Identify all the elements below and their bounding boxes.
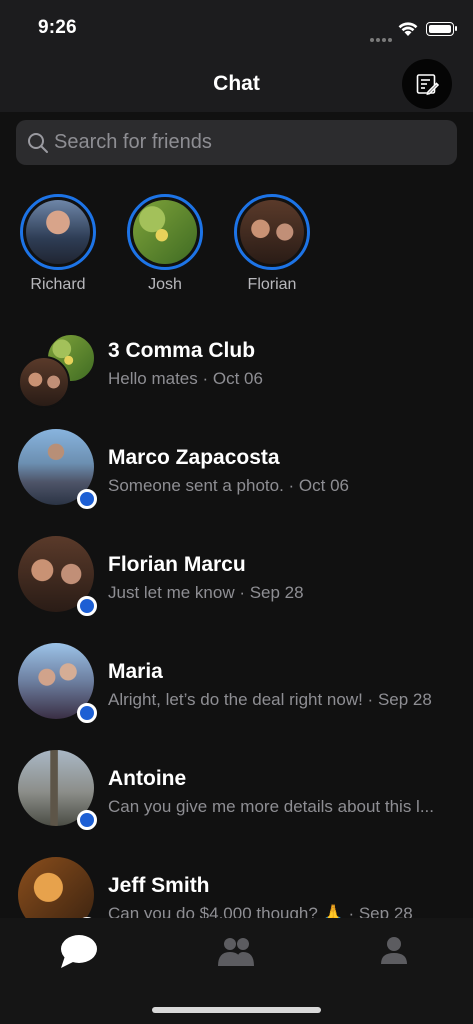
home-indicator[interactable] xyxy=(152,1007,321,1013)
conversation-row[interactable]: Marco Zapacosta Someone sent a photo. · … xyxy=(0,411,473,518)
conversation-snippet: Hello mates · Oct 06 xyxy=(108,369,263,388)
compose-button[interactable] xyxy=(402,59,452,109)
friends-icon xyxy=(218,938,254,966)
signal-icon xyxy=(370,29,394,42)
avatar-wrap xyxy=(18,643,97,723)
search-input[interactable]: Search for friends xyxy=(16,120,457,165)
story-ring xyxy=(127,194,203,270)
avatar xyxy=(26,200,90,264)
conversation-name: 3 Comma Club xyxy=(108,339,256,362)
conversation-row[interactable]: Antoine Can you give me more details abo… xyxy=(0,732,473,839)
avatar xyxy=(133,200,197,264)
story-ring xyxy=(20,194,96,270)
unread-badge xyxy=(77,810,97,830)
unread-badge xyxy=(77,703,97,723)
conversation-row[interactable]: Maria Alright, let’s do the deal right n… xyxy=(0,625,473,732)
stories-row: Richard Josh Florian xyxy=(0,194,473,304)
conversation-name: Antoine xyxy=(108,767,187,790)
avatar-wrap xyxy=(18,429,97,509)
conversation-snippet: Someone sent a photo. · Oct 06 xyxy=(108,476,349,495)
story-richard[interactable]: Richard xyxy=(10,194,106,294)
avatar-wrap xyxy=(18,750,97,830)
avatar xyxy=(18,356,70,408)
story-josh[interactable]: Josh xyxy=(117,194,213,294)
unread-badge xyxy=(77,596,97,616)
conversation-snippet: Alright, let’s do the deal right now! · … xyxy=(108,690,432,709)
conversation-row[interactable]: Florian Marcu Just let me know · Sep 28 xyxy=(0,518,473,625)
conversation-list[interactable]: 3 Comma Club Hello mates · Oct 06 Marco … xyxy=(0,304,473,918)
wifi-icon xyxy=(398,22,418,36)
avatar xyxy=(18,857,94,918)
conversation-name: Marco Zapacosta xyxy=(108,446,280,469)
navigation-bar: Chat xyxy=(0,56,473,112)
conversation-snippet: Can you do $4,000 though? 🙏 · Sep 28 xyxy=(108,904,413,918)
conversation-name: Jeff Smith xyxy=(108,874,210,897)
story-florian[interactable]: Florian xyxy=(224,194,320,294)
tab-chats[interactable] xyxy=(56,932,100,972)
conversation-snippet: Just let me know · Sep 28 xyxy=(108,583,304,602)
status-bar: 9:26 xyxy=(0,0,473,56)
tab-friends[interactable] xyxy=(214,932,258,972)
story-name: Josh xyxy=(148,276,182,293)
group-avatar xyxy=(18,318,96,408)
conversation-name: Maria xyxy=(108,660,163,683)
conversation-name: Florian Marcu xyxy=(108,553,246,576)
avatar xyxy=(240,200,304,264)
battery-icon xyxy=(426,22,457,36)
unread-badge xyxy=(77,489,97,509)
search-placeholder: Search for friends xyxy=(54,131,212,153)
conversation-snippet: Can you give me more details about this … xyxy=(108,797,434,816)
conversation-row[interactable]: Jeff Smith Can you do $4,000 though? 🙏 ·… xyxy=(0,839,473,918)
avatar-wrap xyxy=(18,857,97,918)
tab-bar xyxy=(0,918,473,1024)
conversation-row[interactable]: 3 Comma Club Hello mates · Oct 06 xyxy=(0,304,473,411)
avatar-wrap xyxy=(18,536,97,616)
chat-bubble-icon xyxy=(61,935,97,968)
tab-profile[interactable] xyxy=(372,932,416,972)
profile-icon xyxy=(381,937,407,964)
status-time: 9:26 xyxy=(38,17,77,38)
story-name: Richard xyxy=(30,276,86,293)
compose-icon xyxy=(416,74,439,96)
story-ring xyxy=(234,194,310,270)
story-name: Florian xyxy=(247,276,297,293)
search-icon xyxy=(28,133,48,153)
